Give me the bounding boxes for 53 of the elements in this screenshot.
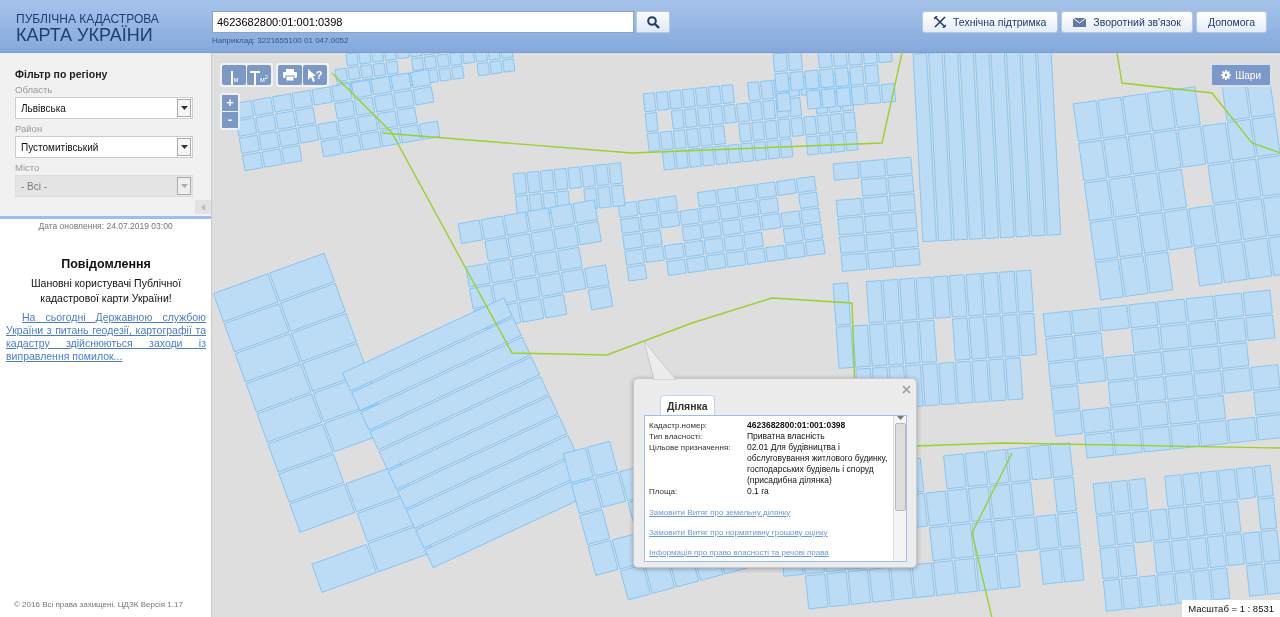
field-label: Кадастр.номер: <box>649 420 709 431</box>
region-select[interactable]: Львівська <box>15 97 193 119</box>
field-value: 0.1 га <box>747 486 770 497</box>
update-date: Дата оновлення: 24.07.2019 03:00 <box>37 221 174 231</box>
header-button[interactable]: Допомога <box>1195 11 1267 33</box>
field-value: 4623682800:01:001:0398 <box>747 420 847 431</box>
map-tool[interactable] <box>278 65 302 85</box>
dropdown-arrow-icon <box>180 184 188 188</box>
popup-link[interactable]: Замовити Витяг про земельну ділянку <box>649 508 791 517</box>
search-field[interactable]: 4623682800:01:001:0398 <box>212 11 634 33</box>
logo-text: ПУБЛІЧНА КАДАСТРОВА <box>16 13 160 26</box>
search-hint: Наприклад: 3221655100 01 047.0052 <box>212 36 350 45</box>
search-button[interactable] <box>636 11 670 33</box>
notice-title: Повідомлення <box>61 257 151 271</box>
ruler-icon <box>249 71 260 85</box>
scrollbar[interactable] <box>893 416 906 561</box>
field-value: Приватна власність <box>747 431 826 442</box>
collapse-button[interactable] <box>195 200 211 214</box>
map-tool[interactable]: ? <box>303 65 327 85</box>
ruler-icon <box>229 71 234 85</box>
popup-tab[interactable]: Ділянка <box>660 395 715 415</box>
dropdown-arrow-icon <box>896 416 904 420</box>
region-select[interactable]: Пустомитівський <box>15 136 193 158</box>
field-label: Площа: <box>649 486 679 497</box>
zoom-button[interactable]: - <box>222 112 238 128</box>
dropdown-arrow-icon <box>180 106 188 110</box>
scale-label: Масштаб = 1 : 8531 <box>1182 600 1280 617</box>
field-label: Область <box>15 84 54 95</box>
logo-text: КАРТА УКРАЇНИ <box>16 26 153 45</box>
search-icon <box>646 15 660 29</box>
layers-button[interactable]: Шари <box>1210 63 1272 87</box>
caret-icon <box>201 203 205 211</box>
notice-link[interactable]: На сьогодні Державною службою України з питань геодезії, картографії та кадастру здійснюються заходи із виправлення помилок... <box>6 311 206 363</box>
tools-icon <box>933 16 946 28</box>
copyright-text: © 2016 Всі права захищені. ЦДЗК Версія 1.17 <box>13 600 184 611</box>
filter-title: Фільтр по регіону <box>15 68 109 80</box>
cursor-icon <box>307 68 316 82</box>
zoom-button[interactable]: + <box>222 95 238 111</box>
field-value: 02.01 Для будівництва і обслуговування житлового будинку, господарських будівель і споруд (присадибна ділянка) <box>747 442 889 486</box>
header-button[interactable]: Технічна підтримка <box>921 11 1059 33</box>
field-label: Місто <box>15 162 41 173</box>
popup-link[interactable]: Інформація про право власності та речові права <box>649 548 829 557</box>
envelope-icon <box>1073 17 1087 27</box>
close-icon[interactable] <box>900 383 912 395</box>
field-label: Цільове призначення: <box>649 442 732 454</box>
notice-text: Шановні користувачі Публічної кадастрової карти України! <box>29 276 183 306</box>
field-label: Район <box>15 123 44 134</box>
dropdown-arrow-icon <box>180 145 188 149</box>
popup-link[interactable]: Замовити Витяг про нормативну грошову оцінку <box>649 528 828 537</box>
printer-icon <box>283 69 297 81</box>
header-button[interactable]: Зворотний зв'язок <box>1061 11 1193 33</box>
field-label: Тип власності: <box>649 431 704 442</box>
gear-icon <box>1221 70 1232 80</box>
